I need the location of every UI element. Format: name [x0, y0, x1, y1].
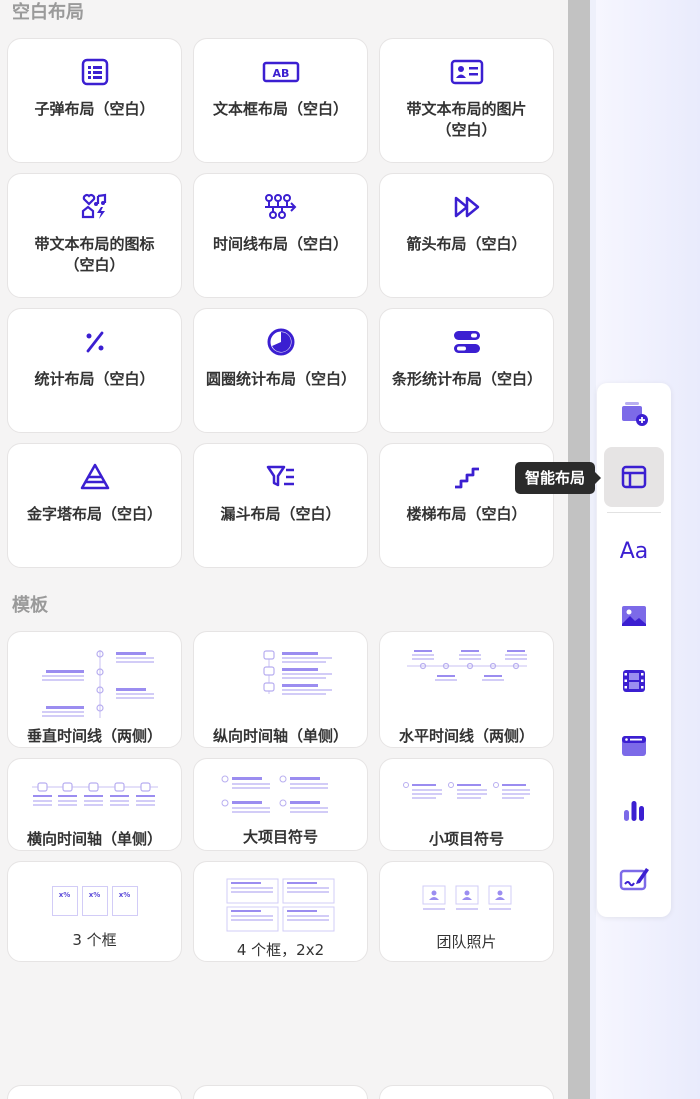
smart-layout-tooltip: 智能布局	[515, 462, 602, 494]
smart-layout-icon	[621, 465, 647, 489]
thumb-box: x%	[51, 886, 78, 916]
template-card[interactable]: x% x% x% 3 个框	[7, 861, 182, 962]
team-photos-thumbnail	[422, 885, 511, 910]
textbox-ab-icon: AB	[262, 61, 299, 83]
template-section-title: 模板	[12, 595, 48, 616]
funnel-icon	[266, 465, 294, 487]
card-label: 文本框布局（空白）	[212, 100, 348, 118]
double-arrow-icon	[454, 196, 479, 218]
card-label: 子弹布局（空白）	[34, 100, 155, 118]
horizontal-single-timeline-thumbnail	[31, 782, 158, 806]
template-card[interactable]: 大项目符号	[193, 758, 368, 851]
template-card[interactable]: 垂直时间线（两侧）	[7, 631, 182, 748]
bar-toggle-icon	[453, 331, 480, 353]
small-bullets-thumbnail	[402, 782, 530, 799]
stairs-icon	[454, 467, 479, 489]
blank-layout-card[interactable]: 箭头布局（空白）	[379, 173, 554, 298]
card-label: 团队照片	[436, 933, 497, 951]
template-card[interactable]: 团队照片	[379, 861, 554, 962]
card-label: 横向时间轴（单侧）	[26, 830, 162, 848]
next-row-peek	[7, 1085, 555, 1099]
panel-scrollbar[interactable]	[568, 0, 590, 1099]
bullet-list-icon	[81, 58, 108, 86]
thumb-box: x%	[111, 886, 138, 916]
card-label: 漏斗布局（空白）	[220, 505, 341, 523]
template-grid: 垂直时间线（两侧） 纵向时间轴（单侧） 水平时间线（两侧） 横向时间轴（单侧） …	[7, 631, 555, 972]
chart-icon	[624, 801, 644, 821]
blank-layout-card[interactable]: 漏斗布局（空白）	[193, 443, 368, 568]
add-card-button[interactable]	[604, 383, 664, 443]
card-label: 圆圈统计布局（空白）	[206, 370, 357, 388]
card-label: 统计布局（空白）	[34, 370, 155, 388]
template-card-partial[interactable]	[7, 1085, 182, 1099]
percent-icon	[86, 331, 103, 353]
card-label: 条形统计布局（空白）	[392, 370, 543, 388]
template-card[interactable]: 横向时间轴（单侧）	[7, 758, 182, 851]
card-label: 楼梯布局（空白）	[406, 505, 527, 523]
video-button[interactable]	[604, 651, 664, 711]
vertical-timeline-thumbnail	[41, 650, 154, 718]
toolbar-divider	[607, 512, 661, 513]
card-label: 垂直时间线（两侧）	[26, 727, 162, 745]
card-label: 3 个框	[72, 931, 117, 949]
card-label: 小项目符号	[428, 830, 504, 848]
timeline-icon	[264, 194, 296, 219]
blank-layout-grid: 子弹布局（空白） AB 文本框布局（空白） 带文本布局的图片（空白） 带文本布局…	[7, 38, 555, 578]
blank-layout-card[interactable]: 统计布局（空白）	[7, 308, 182, 433]
blank-layout-card[interactable]: 带文本布局的图标（空白）	[7, 173, 182, 298]
pyramid-icon	[80, 463, 109, 490]
vertical-single-timeline-thumbnail	[262, 650, 332, 695]
card-label: 带文本布局的图标（空白）	[34, 235, 155, 274]
template-card-partial[interactable]	[193, 1085, 368, 1099]
blank-layout-card[interactable]: 金字塔布局（空白）	[7, 443, 182, 568]
three-boxes-thumbnail: x% x% x%	[51, 886, 138, 916]
video-film-icon	[623, 670, 645, 692]
embed-button[interactable]	[604, 716, 664, 776]
layout-panel: 空白布局 子弹布局（空白） AB 文本框布局（空白） 带文本布局的图片（空白） …	[0, 0, 568, 1099]
card-label: 4 个框，2x2	[236, 941, 325, 959]
text-style-button[interactable]: Aa	[604, 521, 664, 581]
blank-layout-card[interactable]: 时间线布局（空白）	[193, 173, 368, 298]
card-label: 金字塔布局（空白）	[26, 505, 162, 523]
blank-layout-card[interactable]: 带文本布局的图片（空白）	[379, 38, 554, 163]
svg-text:AB: AB	[272, 67, 289, 80]
icon-set-icon	[81, 193, 106, 219]
card-label: 时间线布局（空白）	[212, 235, 348, 253]
blank-layout-card[interactable]: 子弹布局（空白）	[7, 38, 182, 163]
embed-window-icon	[622, 736, 646, 756]
card-label: 带文本布局的图片（空白）	[406, 100, 527, 139]
image-icon	[622, 606, 646, 626]
large-bullets-thumbnail	[221, 775, 328, 813]
template-card[interactable]: 纵向时间轴（单侧）	[193, 631, 368, 748]
template-card-partial[interactable]	[379, 1085, 554, 1099]
blank-layout-card[interactable]: 条形统计布局（空白）	[379, 308, 554, 433]
image-text-card-icon	[450, 59, 483, 85]
editor-edge	[590, 0, 596, 1099]
image-button[interactable]	[604, 586, 664, 646]
add-slide-icon	[622, 402, 648, 426]
edit-button[interactable]	[604, 848, 664, 908]
horizontal-timeline-thumbnail	[406, 650, 527, 681]
card-label: 大项目符号	[242, 828, 318, 846]
blank-layout-card[interactable]: AB 文本框布局（空白）	[193, 38, 368, 163]
template-card[interactable]: 4 个框，2x2	[193, 861, 368, 962]
edit-draw-icon	[619, 868, 649, 891]
thumb-box: x%	[81, 886, 108, 916]
text-style-icon: Aa	[619, 538, 649, 564]
blank-layout-card[interactable]: 圆圈统计布局（空白）	[193, 308, 368, 433]
smart-layout-button[interactable]	[604, 447, 664, 507]
four-boxes-thumbnail	[226, 878, 334, 932]
side-toolbar: Aa	[597, 383, 671, 917]
template-card[interactable]: 小项目符号	[379, 758, 554, 851]
template-card[interactable]: 水平时间线（两侧）	[379, 631, 554, 748]
pie-circle-icon	[267, 328, 294, 356]
chart-button[interactable]	[604, 781, 664, 841]
card-label: 纵向时间轴（单侧）	[212, 727, 348, 745]
blank-section-title: 空白布局	[12, 2, 84, 23]
card-label: 水平时间线（两侧）	[398, 727, 534, 745]
card-label: 箭头布局（空白）	[406, 235, 527, 253]
